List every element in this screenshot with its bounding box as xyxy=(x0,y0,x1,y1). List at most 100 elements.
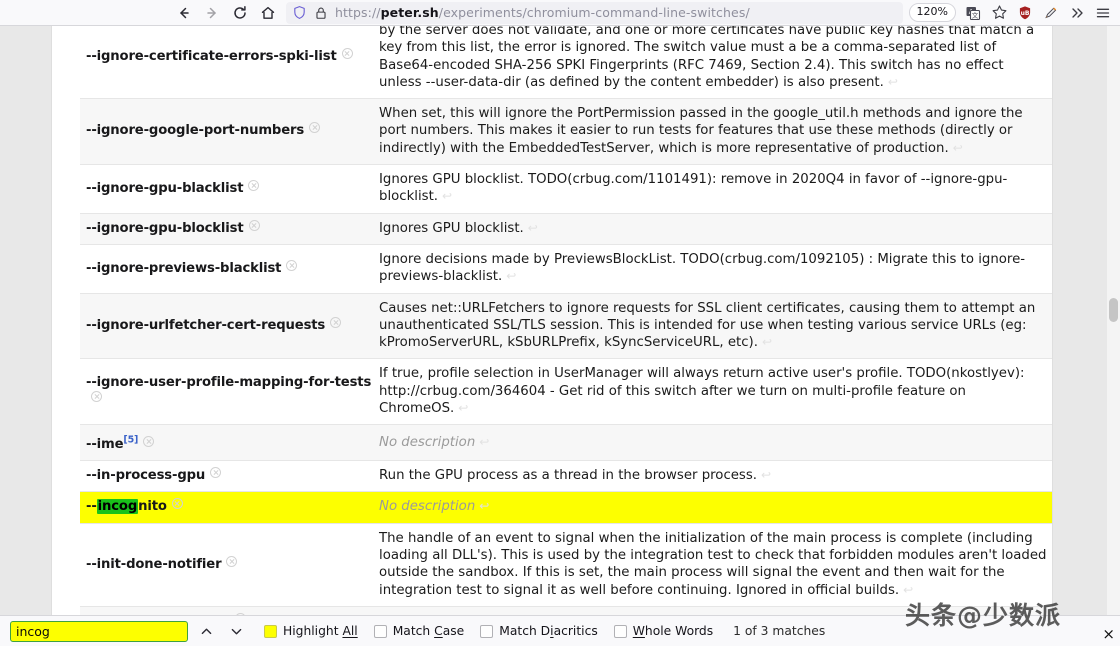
switch-name-cell: --in-process-gpu xyxy=(80,460,370,493)
marker-pen-icon[interactable] xyxy=(1038,2,1064,24)
switch-description-cell: Ignores GPU blocklist. ↩ xyxy=(370,212,1052,245)
table-row: --incognito No description ↩ xyxy=(80,491,1052,524)
svg-text:uB: uB xyxy=(1021,10,1030,17)
switch-name-cell: --ignore-user-profile-mapping-for-tests xyxy=(80,358,372,426)
circle-x-anchor-icon[interactable] xyxy=(248,219,260,231)
switch-name-cell: --initial-virtual-time xyxy=(80,605,370,615)
find-previous-button[interactable] xyxy=(194,619,218,643)
toolbar-right-group: 120% A 文 uB xyxy=(908,2,1120,24)
forward-arrow-icon xyxy=(207,7,216,18)
find-input[interactable] xyxy=(10,620,188,642)
circle-x-anchor-icon[interactable] xyxy=(248,179,260,191)
zoom-level-badge[interactable]: 120% xyxy=(908,3,956,22)
switch-name-cell: --ignore-certificate-errors-spki-list xyxy=(80,26,370,100)
return-arrow-icon: ↩ xyxy=(506,269,517,284)
table-row: --init-done-notifier The handle of an eve… xyxy=(80,522,1052,607)
switch-name: --ignore-urlfetcher-cert-requests xyxy=(86,317,326,333)
circle-x-anchor-icon[interactable] xyxy=(341,47,353,59)
page-scrollbar-thumb[interactable] xyxy=(1109,298,1118,322)
page-scrollbar-track[interactable] xyxy=(1107,26,1120,615)
back-button[interactable] xyxy=(170,2,198,24)
chevron-down-icon xyxy=(231,628,241,634)
url-text: https://peter.sh/experiments/chromium-co… xyxy=(335,5,750,20)
switch-description-cell: Start the renderer with an initial virtu… xyxy=(370,605,1052,615)
table-row: --ignore-gpu-blacklist Ignores GPU blockl… xyxy=(80,164,1052,214)
command-line-switches-table: --ignore-certificate-errors-spki-list by … xyxy=(80,26,1052,615)
page-viewport: --ignore-certificate-errors-spki-list by … xyxy=(0,26,1120,615)
page-content-container: --ignore-certificate-errors-spki-list by … xyxy=(52,26,1052,615)
url-path: /experiments/chromium-command-line-switc… xyxy=(438,5,750,20)
ublock-origin-icon[interactable]: uB xyxy=(1012,2,1038,24)
return-arrow-icon: ↩ xyxy=(761,468,772,483)
return-arrow-icon: ↩ xyxy=(887,74,898,89)
switch-name: --ignore-gpu-blacklist xyxy=(86,180,244,196)
return-arrow-icon: ↩ xyxy=(761,335,773,350)
circle-x-anchor-icon[interactable] xyxy=(171,498,183,510)
switch-name-cell: --incognito xyxy=(80,491,370,524)
switch-description-cell: Ignores GPU blocklist. TODO(crbug.com/11… xyxy=(370,164,1052,214)
switch-description: The handle of an event to signal when th… xyxy=(379,530,1047,598)
bookmark-star-icon[interactable] xyxy=(986,2,1012,24)
switch-name-cell: --init-done-notifier xyxy=(80,522,370,607)
return-arrow-icon: ↩ xyxy=(527,220,538,235)
switch-description: No description xyxy=(379,499,476,515)
switch-name: --ignore-user-profile-mapping-for-tests xyxy=(86,375,372,391)
switch-description-cell: If true, profile selection in UserManage… xyxy=(370,358,1052,426)
reload-button[interactable] xyxy=(226,2,254,24)
lock-icon[interactable] xyxy=(314,6,328,20)
highlight-all-checkbox-box xyxy=(264,624,277,638)
switch-description: Ignores GPU blocklist. xyxy=(379,220,524,236)
overflow-chevron-icon[interactable] xyxy=(1064,2,1090,24)
switch-name: --ignore-google-port-numbers xyxy=(86,123,305,139)
table-row: --ignore-certificate-errors-spki-list by … xyxy=(80,26,1052,100)
switch-name: --ignore-gpu-blocklist xyxy=(86,220,244,236)
table-row: --ime[5] No description ↩ xyxy=(80,424,1052,462)
close-icon[interactable]: × xyxy=(1102,627,1115,642)
whole-words-checkbox-box xyxy=(613,624,627,638)
match-diacritics-checkbox[interactable]: Match Diacritics xyxy=(480,624,598,638)
back-arrow-icon xyxy=(180,7,189,18)
switch-name-cell: --ignore-gpu-blacklist xyxy=(80,164,370,214)
switch-description: Ignore decisions made by PreviewsBlockLi… xyxy=(379,251,1026,285)
hamburger-menu-icon[interactable] xyxy=(1090,2,1116,24)
switch-name: --in-process-gpu xyxy=(86,468,206,484)
switch-description-cell: The handle of an event to signal when th… xyxy=(370,522,1052,607)
return-arrow-icon: ↩ xyxy=(952,140,963,155)
switch-name: --ignore-previews-blacklist xyxy=(86,260,282,276)
switch-name-cell: --ignore-gpu-blocklist xyxy=(80,212,370,245)
circle-x-anchor-icon[interactable] xyxy=(330,316,342,328)
url-host: peter.sh xyxy=(380,5,439,20)
home-button[interactable] xyxy=(254,2,282,24)
svg-text:文: 文 xyxy=(972,10,979,19)
switch-description: If true, profile selection in UserManage… xyxy=(379,366,1025,417)
home-icon xyxy=(261,6,275,19)
switch-description-cell: Ignore decisions made by PreviewsBlockLi… xyxy=(370,243,1052,294)
switch-name: --ime[5] xyxy=(86,434,139,452)
switch-name: --init-done-notifier xyxy=(86,556,222,572)
circle-x-anchor-icon[interactable] xyxy=(143,435,155,447)
table-row: --ignore-gpu-blocklist Ignores GPU blockl… xyxy=(80,212,1052,245)
footnote-link[interactable]: [5] xyxy=(123,434,138,445)
circle-x-anchor-icon[interactable] xyxy=(210,467,222,479)
shield-icon[interactable] xyxy=(292,5,307,20)
address-bar[interactable]: https://peter.sh/experiments/chromium-co… xyxy=(286,1,903,24)
translate-icon[interactable]: A 文 xyxy=(960,2,986,24)
circle-x-anchor-icon[interactable] xyxy=(91,391,102,403)
forward-button[interactable] xyxy=(198,2,226,24)
switch-description-cell: No description ↩ xyxy=(370,424,1052,462)
highlight-all-checkbox[interactable]: Highlight All xyxy=(264,624,358,638)
circle-x-anchor-icon[interactable] xyxy=(309,122,321,134)
match-case-checkbox[interactable]: Match Case xyxy=(373,624,464,638)
switch-description: Causes net::URLFetchers to ignore reques… xyxy=(379,300,1036,351)
find-next-button[interactable] xyxy=(224,619,248,643)
switch-description-cell: No description ↩ xyxy=(370,491,1052,524)
switch-description-cell: by the server does not validate, and one… xyxy=(370,26,1052,100)
url-scheme: https:// xyxy=(335,5,381,20)
whole-words-checkbox[interactable]: Whole Words xyxy=(613,624,713,638)
table-row: --ignore-user-profile-mapping-for-tests I… xyxy=(80,358,1052,426)
switch-description: by the server does not validate, and one… xyxy=(379,26,1035,90)
circle-x-anchor-icon[interactable] xyxy=(286,259,298,271)
circle-x-anchor-icon[interactable] xyxy=(226,555,238,567)
current-find-match: incog xyxy=(96,499,139,515)
return-arrow-icon: ↩ xyxy=(479,434,490,449)
